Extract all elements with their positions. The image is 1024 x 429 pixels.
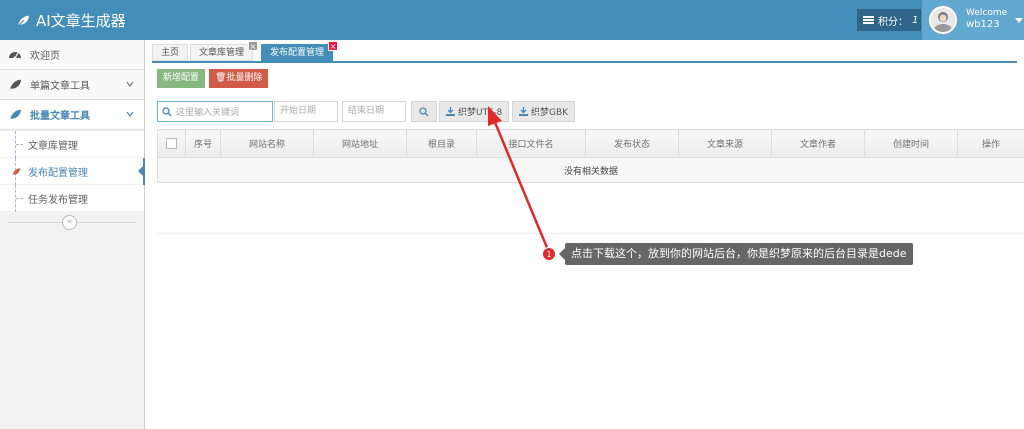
divider xyxy=(157,233,1024,234)
points-value: 1 xyxy=(912,14,919,26)
tab-article-library[interactable]: 文章库管理 × xyxy=(190,41,259,61)
close-icon[interactable]: × xyxy=(248,41,259,51)
user-menu[interactable]: Welcome wb123 xyxy=(922,0,1024,40)
sidebar-item-label: 单篇文章工具 xyxy=(30,81,90,92)
page-tabs: 主页 文章库管理 × 发布配置管理 × xyxy=(152,41,339,62)
column-header: 根目录 xyxy=(406,129,477,158)
add-config-button[interactable]: 新增配置 xyxy=(157,69,206,88)
end-date-input[interactable]: 结束日期 xyxy=(342,101,406,122)
tab-publish-config[interactable]: 发布配置管理 × xyxy=(261,41,339,61)
app-title: AI文章生成器 xyxy=(36,12,126,30)
close-icon[interactable]: × xyxy=(328,41,339,51)
caret-down-icon xyxy=(1015,18,1023,23)
annotation-badge: 1 xyxy=(542,247,556,261)
sidebar-subitem-label: 文章库管理 xyxy=(28,140,78,152)
brand[interactable]: AI文章生成器 xyxy=(16,10,126,31)
sidebar-collapse-row: « xyxy=(0,212,144,232)
download-utf8-label: 织梦UTF-8 xyxy=(458,108,503,118)
sidebar-item-label: 批量文章工具 xyxy=(30,111,90,122)
sidebar-subitem-article-library[interactable]: 文章库管理 xyxy=(0,131,144,158)
tab-label: 发布配置管理 xyxy=(270,48,325,58)
sidebar-item-label: 欢迎页 xyxy=(30,51,60,62)
tab-underline xyxy=(152,61,1017,63)
chevron-down-icon xyxy=(126,111,134,117)
sidebar-subitem-publish-config[interactable]: 发布配置管理 xyxy=(0,158,145,185)
leaf-icon xyxy=(8,108,22,122)
sidebar-item-single-article[interactable]: 单篇文章工具 xyxy=(0,70,144,100)
sidebar-subitem-task-publish[interactable]: 任务发布管理 xyxy=(0,185,144,212)
column-header: 创建时间 xyxy=(864,129,958,158)
search-input[interactable]: 这里输入关键词 xyxy=(157,101,273,122)
trash-icon: 🗑 xyxy=(215,73,227,83)
avatar xyxy=(929,6,957,34)
top-navbar: AI文章生成器 积分： 1 Welcome wb123 xyxy=(0,0,1024,40)
column-header: 序号 xyxy=(185,129,221,158)
welcome-label: Welcome xyxy=(966,8,1008,18)
table-header-row: 序号 网站名称 网站地址 根目录 接口文件名 发布状态 文章来源 文章作者 创建… xyxy=(157,129,1024,158)
batch-delete-button[interactable]: 🗑批量删除 xyxy=(209,69,269,88)
search-icon xyxy=(162,106,172,116)
select-all-cell[interactable] xyxy=(157,129,186,158)
tab-label: 文章库管理 xyxy=(199,48,245,58)
leaf-icon xyxy=(8,78,22,92)
annotation-callout: 点击下载这个，放到你的网站后台，你是织梦原来的后台目录是dede xyxy=(565,243,913,265)
column-header: 网站名称 xyxy=(220,129,314,158)
column-header: 文章来源 xyxy=(678,129,772,158)
column-header: 网站地址 xyxy=(313,129,407,158)
sidebar-collapse-button[interactable]: « xyxy=(62,215,77,230)
chevron-down-icon xyxy=(126,81,134,87)
download-utf8-button[interactable]: 织梦UTF-8 xyxy=(439,101,510,122)
start-date-input[interactable]: 开始日期 xyxy=(274,101,338,122)
download-gbk-label: 织梦GBK xyxy=(531,108,569,118)
search-button[interactable] xyxy=(411,101,437,122)
column-header: 接口文件名 xyxy=(476,129,586,158)
column-header: 文章作者 xyxy=(771,129,865,158)
username: wb123 xyxy=(966,19,1000,30)
download-icon xyxy=(519,107,528,116)
sidebar-item-batch-article[interactable]: 批量文章工具 xyxy=(0,100,144,130)
download-icon xyxy=(446,107,455,116)
tree-tick xyxy=(16,144,23,145)
points-indicator[interactable]: 积分： 1 xyxy=(857,9,921,31)
search-placeholder: 这里输入关键词 xyxy=(176,108,240,118)
select-all-checkbox[interactable] xyxy=(166,138,177,149)
leaf-icon xyxy=(12,168,21,176)
sidebar-subitem-label: 任务发布管理 xyxy=(28,194,88,206)
annotation-arrow xyxy=(488,106,550,251)
search-icon xyxy=(419,106,429,116)
tab-label: 主页 xyxy=(161,48,180,58)
active-arrow xyxy=(138,164,145,178)
sidebar: 欢迎页 单篇文章工具 批量文章工具 文章库管理 发布配置管理 任务发布管理 « xyxy=(0,40,145,429)
empty-message: 没有相关数据 xyxy=(157,157,1024,183)
tachometer-icon xyxy=(8,48,22,62)
sidebar-subitem-label: 发布配置管理 xyxy=(28,167,88,179)
list-icon xyxy=(863,16,874,24)
points-label: 积分： xyxy=(878,16,908,28)
config-table: 序号 网站名称 网站地址 根目录 接口文件名 发布状态 文章来源 文章作者 创建… xyxy=(157,129,1024,183)
column-header: 发布状态 xyxy=(585,129,679,158)
tab-home[interactable]: 主页 xyxy=(152,44,189,61)
table-row: 没有相关数据 xyxy=(157,157,1024,183)
welcome-text: Welcome wb123 xyxy=(966,8,1007,30)
batch-delete-label: 批量删除 xyxy=(226,73,263,83)
download-gbk-button[interactable]: 织梦GBK xyxy=(512,101,576,122)
leaf-icon xyxy=(16,15,30,27)
tree-tick xyxy=(16,198,23,199)
sidebar-item-welcome[interactable]: 欢迎页 xyxy=(0,40,144,70)
column-header: 操作 xyxy=(957,129,1024,158)
